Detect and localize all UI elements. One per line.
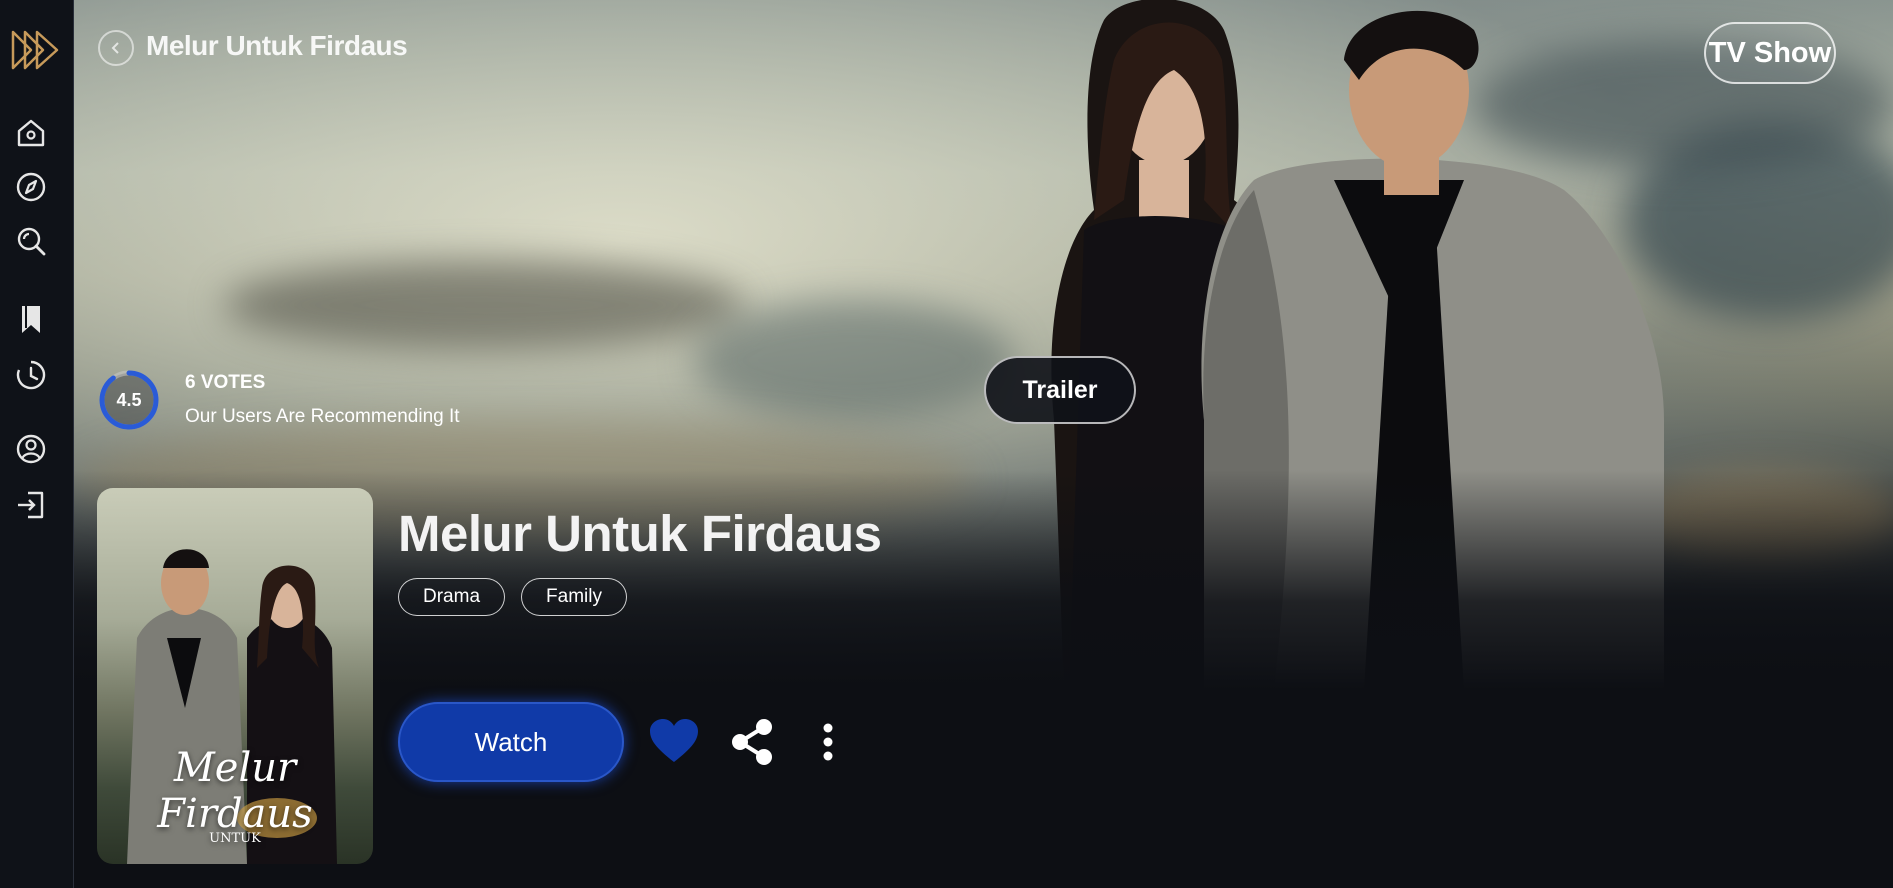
trailer-button[interactable]: Trailer — [984, 356, 1136, 424]
genre-chip-family[interactable]: Family — [521, 578, 627, 616]
genre-list: Drama Family — [398, 578, 627, 616]
tv-show-badge: TV Show — [1704, 22, 1836, 84]
watch-button[interactable]: Watch — [398, 702, 624, 782]
login-icon[interactable] — [14, 488, 48, 522]
clock-icon[interactable] — [14, 358, 48, 392]
user-icon[interactable] — [14, 432, 48, 466]
chevron-left-icon — [111, 42, 119, 54]
recommendation-text: Our Users Are Recommending It — [185, 406, 460, 427]
sidebar — [0, 0, 74, 888]
rating-value: 4.5 — [116, 389, 142, 410]
bookmark-icon[interactable] — [14, 302, 48, 336]
back-button[interactable] — [98, 30, 134, 66]
search-icon[interactable] — [14, 224, 48, 258]
play-logo-icon[interactable] — [10, 28, 62, 72]
genre-chip-drama[interactable]: Drama — [398, 578, 506, 616]
compass-icon[interactable] — [14, 170, 48, 204]
poster-subtitle-text: UNTUK — [209, 831, 261, 846]
page-title: Melur Untuk Firdaus — [146, 30, 408, 61]
votes-count: 6 VOTES — [185, 372, 266, 393]
show-title: Melur Untuk Firdaus — [398, 505, 882, 562]
show-poster[interactable]: Melur Firdaus UNTUK — [97, 488, 373, 864]
home-icon[interactable] — [14, 116, 48, 150]
share-icon[interactable] — [724, 714, 780, 770]
poster-title-text: Melur Firdaus UNTUK — [97, 745, 373, 846]
more-vertical-icon[interactable] — [800, 714, 856, 770]
heart-icon[interactable] — [646, 714, 702, 770]
